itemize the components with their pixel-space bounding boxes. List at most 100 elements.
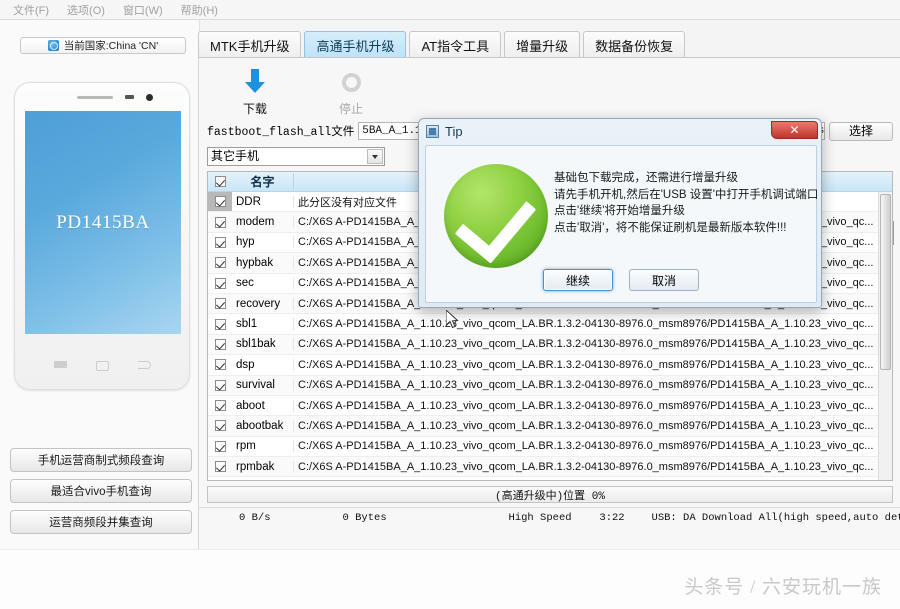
row-checkbox[interactable] [214,338,226,350]
dialog-continue-button[interactable]: 继续 [543,269,613,291]
carrier-band-union-query-button[interactable]: 运营商频段并集查询 [10,510,192,534]
table-row[interactable]: aboot C:/X6S A-PD1415BA_A_1.10.23_vivo_qc… [208,396,892,417]
home-key-icon [95,361,109,371]
dialog-button-row: 继续 取消 [426,269,816,291]
table-row[interactable]: rpmbak C:/X6S A-PD1415BA_A_1.10.23_vivo_q… [208,457,892,478]
app-window: 文件(F) 选项(O) 窗口(W) 帮助(H) 当前国家:China 'CN' … [0,0,900,609]
row-checkbox-cell[interactable] [208,376,232,395]
table-row[interactable]: sbl1bak C:/X6S A-PD1415BA_A_1.10.23_vivo_… [208,334,892,356]
stop-button[interactable]: 停止 [321,68,381,117]
phone-softkeys [15,361,189,371]
table-row[interactable]: survival C:/X6S A-PD1415BA_A_1.10.23_vivo… [208,375,892,396]
left-panel: 当前国家:China 'CN' PD1415BA 手机运营商制式频段查询 最适合… [0,20,200,609]
row-checkbox-cell[interactable] [208,192,232,212]
status-mode: High Speed [508,512,572,524]
tab-data-backup-restore[interactable]: 数据备份恢复 [583,31,686,58]
status-bytes: 0 Bytes [342,512,387,524]
phone-model-select-value: 其它手机 [211,149,260,163]
fastboot-file-label: fastboot_flash_all文件 [207,126,355,139]
row-checkbox-cell[interactable] [208,355,232,374]
phone-camera-icon [146,94,153,101]
row-partition-name: recovery [232,297,294,310]
row-checkbox[interactable] [214,236,226,248]
dialog-message: 基础包下载完成，还需进行增量升级 请先手机开机,然后在'USB 设置'中打开手机… [554,170,818,236]
tab-qualcomm-upgrade[interactable]: 高通手机升级 [304,31,407,58]
row-checkbox[interactable] [214,298,226,310]
table-row[interactable]: abootbak C:/X6S A-PD1415BA_A_1.10.23_vivo… [208,416,892,437]
row-partition-name: rpmbak [232,460,294,473]
row-checkbox-cell[interactable] [208,274,232,293]
table-scrollbar[interactable] [878,192,892,480]
row-file-path: C:/X6S A-PD1415BA_A_1.10.23_vivo_qcom_LA… [298,338,874,351]
row-checkbox[interactable] [214,216,226,228]
tip-dialog: Tip ✕ 基础包下载完成，还需进行增量升级 请先手机开机,然后在'USB 设置… [418,118,822,308]
tab-mtk-upgrade[interactable]: MTK手机升级 [198,31,302,58]
row-checkbox-cell[interactable] [208,314,232,333]
progress-bar: (高通升级中)位置 0% [207,486,893,503]
menu-bar: 文件(F) 选项(O) 窗口(W) 帮助(H) [0,0,900,20]
row-checkbox[interactable] [214,277,226,289]
row-partition-name: aboot [232,399,294,412]
table-row[interactable]: sbl1 C:/X6S A-PD1415BA_A_1.10.23_vivo_qco… [208,314,892,335]
row-checkbox[interactable] [214,400,226,412]
row-checkbox[interactable] [214,440,226,452]
dialog-message-line-3: 点击'继续'将开始增量升级 [554,205,685,217]
row-partition-name: modem [232,216,294,229]
status-time: 3:22 [599,512,625,524]
phone-sensor-icon [125,95,134,99]
chevron-down-icon[interactable] [367,149,383,164]
row-checkbox-cell[interactable] [208,437,232,456]
menu-item-window[interactable]: 窗口(W) [114,0,172,20]
row-partition-name: sbl1bak [232,338,294,351]
globe-icon [47,40,59,51]
current-country-label: 当前国家:China 'CN' [63,40,159,52]
row-checkbox[interactable] [214,379,226,391]
stop-button-label: 停止 [338,102,363,116]
carrier-band-query-button[interactable]: 手机运营商制式频段查询 [10,448,192,472]
menu-item-file[interactable]: 文件(F) [4,0,58,20]
row-file-path: C:/X6S A-PD1415BA_A_1.10.23_vivo_qcom_LA… [298,318,874,331]
row-checkbox[interactable] [214,461,226,473]
menu-item-help[interactable]: 帮助(H) [172,0,227,20]
phone-speaker-icon [77,96,113,99]
toolbar: 下载 停止 [199,62,900,116]
watermark: 头条号 / 六安玩机一族 [684,577,882,598]
table-row[interactable]: rpm C:/X6S A-PD1415BA_A_1.10.23_vivo_qcom… [208,437,892,458]
row-checkbox-cell[interactable] [208,416,232,435]
app-icon [426,124,439,138]
table-row[interactable]: dsp C:/X6S A-PD1415BA_A_1.10.23_vivo_qcom… [208,355,892,376]
column-header-name: 名字 [232,173,294,190]
tab-at-command-tool[interactable]: AT指令工具 [409,31,502,58]
tab-incremental-upgrade[interactable]: 增量升级 [504,31,581,58]
row-checkbox-cell[interactable] [208,233,232,252]
dialog-close-button[interactable]: ✕ [771,121,818,139]
row-checkbox-cell[interactable] [208,457,232,476]
status-speed: 0 B/s [239,512,271,524]
row-checkbox[interactable] [214,257,226,269]
row-checkbox-cell[interactable] [208,396,232,415]
download-button[interactable]: 下载 [225,68,285,117]
phone-model-select[interactable]: 其它手机 [207,147,385,166]
row-checkbox[interactable] [214,420,226,432]
best-vivo-phone-query-button[interactable]: 最适合vivo手机查询 [10,479,192,503]
row-checkbox[interactable] [214,359,226,371]
row-partition-name: survival [232,379,294,392]
select-all-checkbox[interactable] [214,176,226,187]
dialog-cancel-button[interactable]: 取消 [629,269,699,291]
stop-circle-icon [321,68,381,96]
row-checkbox[interactable] [214,196,226,208]
row-partition-name: dsp [232,358,294,371]
row-checkbox-cell[interactable] [208,253,232,272]
row-checkbox[interactable] [214,318,226,330]
menu-item-options[interactable]: 选项(O) [58,0,114,20]
row-checkbox-cell[interactable] [208,212,232,231]
tab-bar: MTK手机升级 高通手机升级 AT指令工具 增量升级 数据备份恢复 [198,30,900,58]
select-file-button[interactable]: 选择 [829,121,893,141]
select-all-checkbox-cell[interactable] [208,176,232,187]
table-scrollbar-thumb[interactable] [880,194,891,370]
current-country-indicator[interactable]: 当前国家:China 'CN' [20,37,186,54]
status-bar: 0 B/s 0 Bytes High Speed 3:22 USB: DA Do… [199,507,900,528]
row-checkbox-cell[interactable] [208,335,232,354]
green-check-icon [444,164,548,268]
row-checkbox-cell[interactable] [208,294,232,313]
